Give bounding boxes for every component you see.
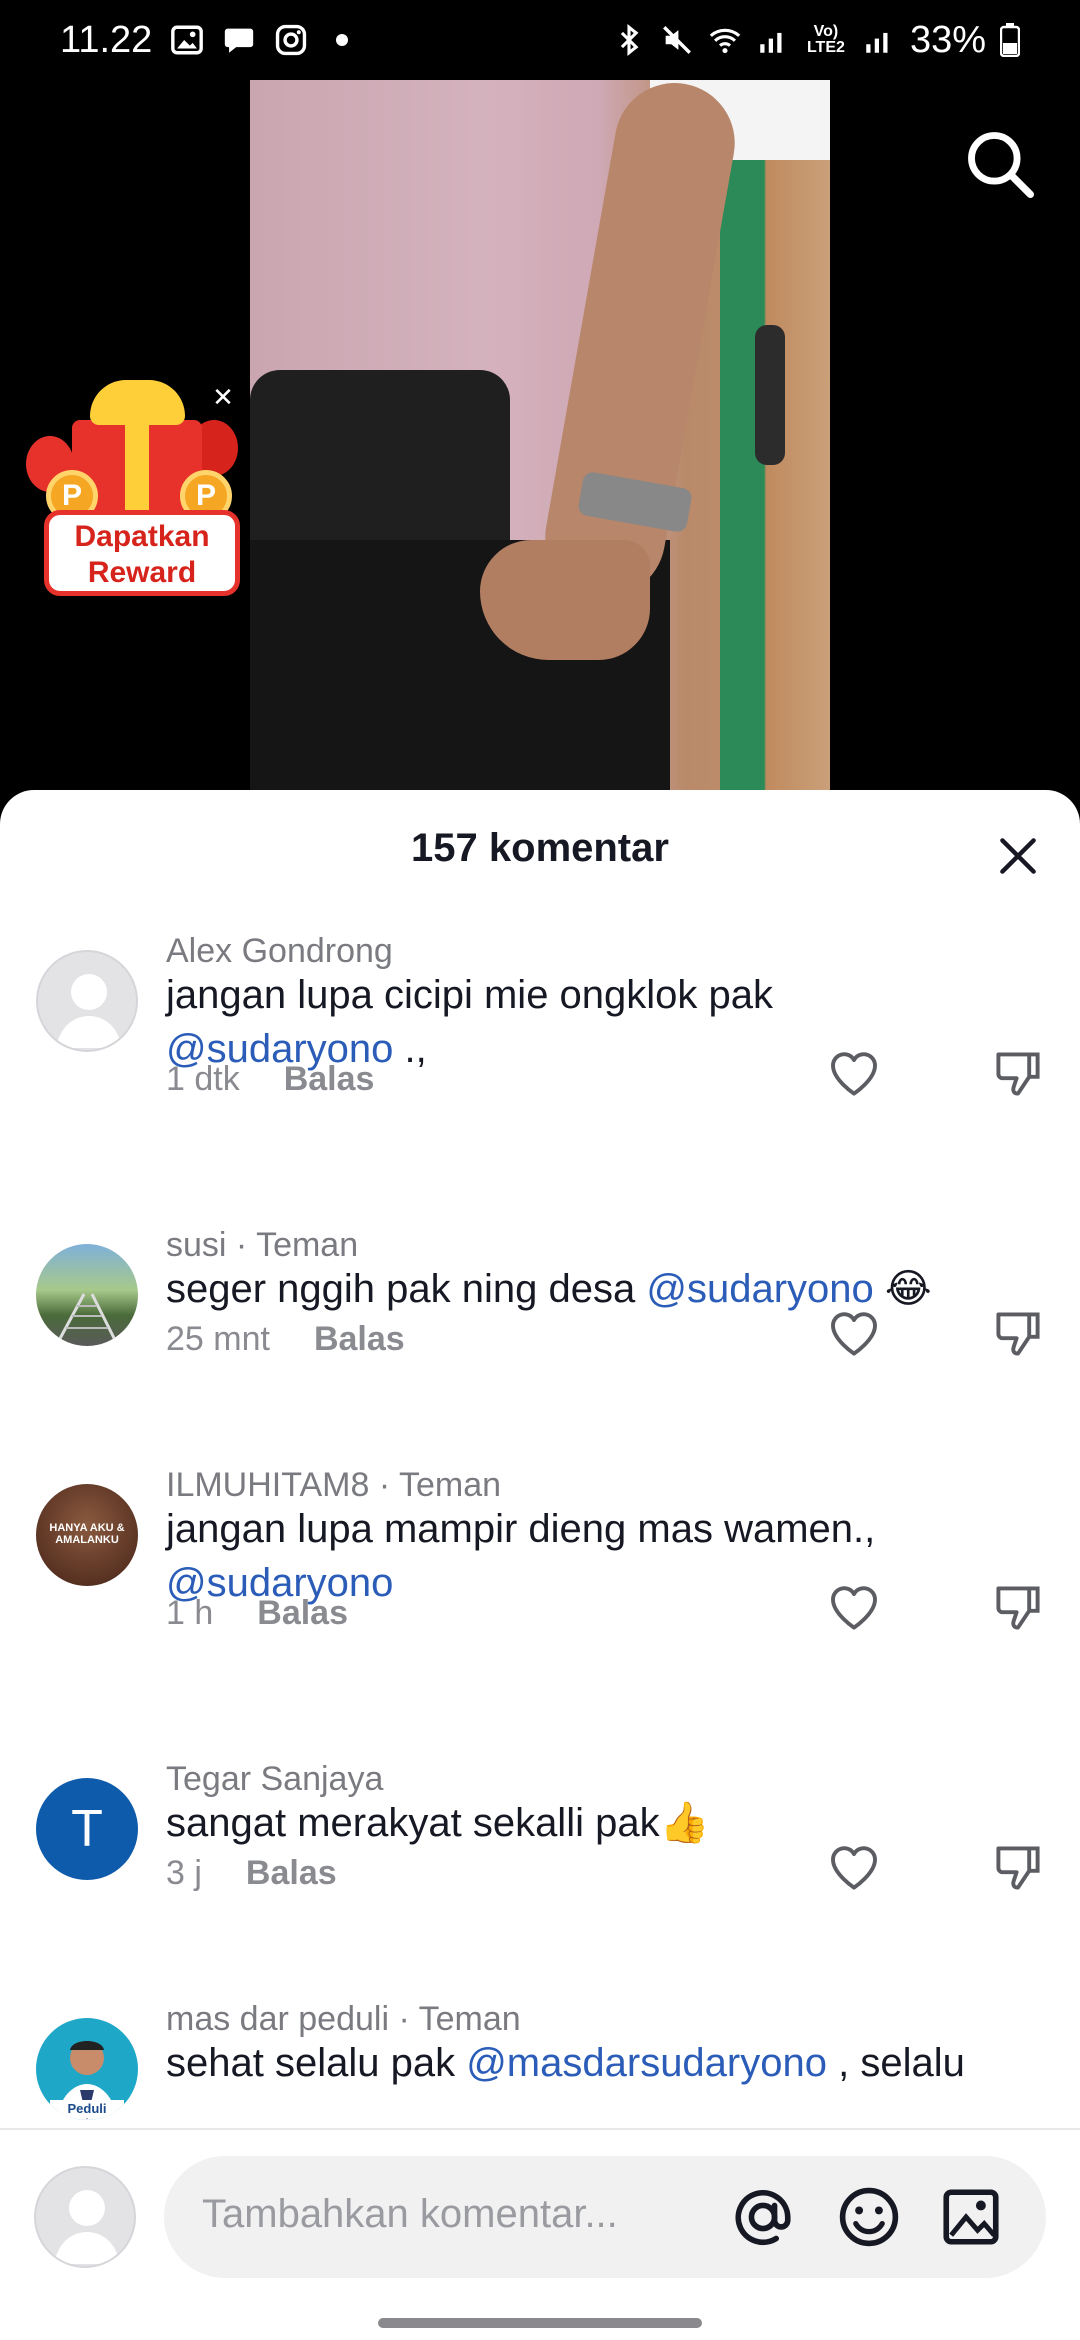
chat-icon [225, 28, 254, 53]
comment-username[interactable]: susi · Teman [166, 1226, 358, 1265]
reward-widget[interactable]: P P Dapatkan Reward [20, 380, 250, 600]
comment-text-tail: 😂 [873, 1267, 932, 1311]
default-avatar-icon [56, 974, 122, 1048]
comment-time: 3 j [166, 1854, 202, 1892]
avatar[interactable]: Peduli [36, 2018, 138, 2120]
reward-label-line1: Dapatkan [74, 520, 210, 553]
comment-text-body: jangan lupa cicipi mie ongklok pak [166, 973, 774, 1017]
avatar-caption: Peduli [50, 2100, 124, 2118]
heart-icon[interactable] [826, 1306, 882, 1362]
comment-time: 25 mnt [166, 1320, 270, 1358]
avatar[interactable] [36, 1244, 138, 1346]
gallery-icon [171, 25, 204, 55]
reply-button[interactable]: Balas [246, 1854, 337, 1893]
heart-icon[interactable] [826, 1046, 882, 1102]
dislike-icon[interactable] [990, 1840, 1046, 1896]
video-arm [535, 80, 745, 607]
notification-dot-icon [336, 34, 349, 46]
comment-sheet: 157 komentar Alex Gondrong jangan lupa c… [0, 790, 1080, 2340]
status-time: 11.22 [60, 18, 153, 61]
video-frame [250, 80, 830, 800]
battery-icon [1000, 23, 1020, 57]
comment-time: 1 dtk [166, 1060, 240, 1098]
dislike-icon[interactable] [990, 1046, 1046, 1102]
bluetooth-icon [620, 24, 639, 56]
reply-button[interactable]: Balas [284, 1060, 375, 1099]
comment-count-title: 157 komentar [411, 826, 669, 870]
avatar[interactable] [36, 950, 138, 1052]
avatar[interactable]: T [36, 1778, 138, 1880]
railway-photo [54, 1293, 120, 1346]
image-icon[interactable] [938, 2184, 1004, 2250]
comment-meta: 3 j Balas [166, 1854, 337, 1893]
comment-meta: 1 h Balas [166, 1594, 348, 1633]
signal-icon-2 [866, 32, 888, 53]
reward-close-icon[interactable]: ✕ [208, 382, 238, 412]
comment-input[interactable]: Tambahkan komentar... [164, 2156, 1046, 2278]
my-avatar [34, 2166, 136, 2268]
gift-bow [90, 380, 185, 425]
comment-text-body: sehat selalu pak [166, 2041, 467, 2085]
comment-text-tail: ., [393, 1027, 427, 1071]
reply-button[interactable]: Balas [257, 1594, 348, 1633]
dislike-icon[interactable] [990, 1580, 1046, 1636]
comment-text-body: seger nggih pak ning desa [166, 1267, 647, 1311]
comment-meta: 25 mnt Balas [166, 1320, 405, 1359]
heart-icon[interactable] [826, 1580, 882, 1636]
video-hand [480, 540, 650, 660]
comment-input-placeholder: Tambahkan komentar... [202, 2192, 618, 2236]
emoji-icon[interactable] [836, 2184, 902, 2250]
heart-icon[interactable] [826, 1840, 882, 1896]
battery-percent: 33% [909, 18, 986, 61]
default-avatar-icon [54, 2190, 120, 2264]
network-label: Vo) LTE2 [806, 23, 845, 56]
video-door-handle [755, 325, 785, 465]
comment-input-bar: Tambahkan komentar... [0, 2128, 1080, 2340]
comment-text-body: jangan lupa mampir dieng mas wamen., [166, 1507, 876, 1551]
avatar-caption: HANYA AKU & AMALANKU [49, 1522, 125, 1546]
reply-button[interactable]: Balas [314, 1320, 405, 1359]
home-indicator[interactable] [378, 2318, 702, 2328]
instagram-icon [276, 24, 307, 56]
comment-text-tail: , selalu [826, 2041, 965, 2085]
comment-text-body: sangat merakyat sekalli pak👍 [166, 1801, 710, 1845]
comment-meta: 1 dtk Balas [166, 1060, 374, 1099]
comment-username[interactable]: ILMUHITAM8 · Teman [166, 1466, 501, 1505]
comment-username[interactable]: Alex Gondrong [166, 932, 393, 971]
mention-at-icon[interactable] [730, 2184, 796, 2250]
dislike-icon[interactable] [990, 1306, 1046, 1362]
wifi-icon [709, 28, 741, 54]
signal-icon [760, 32, 782, 53]
close-icon[interactable] [992, 830, 1044, 882]
reward-label-line2: Reward [87, 556, 197, 589]
search-icon[interactable] [962, 126, 1038, 202]
avatar[interactable]: HANYA AKU & AMALANKU [36, 1484, 138, 1586]
mention-link[interactable]: @masdarsudaryono [466, 2041, 827, 2085]
comment-username[interactable]: Tegar Sanjaya [166, 1760, 383, 1799]
comment-username[interactable]: mas dar peduli · Teman [166, 2000, 521, 2039]
status-bar: 11.22 Vo) LTE2 33% [0, 0, 1080, 80]
comment-text: sehat selalu pak @masdarsudaryono , sela… [166, 2036, 1006, 2090]
comment-time: 1 h [166, 1594, 214, 1632]
mute-icon [662, 26, 691, 54]
reward-label: Dapatkan Reward [44, 510, 240, 596]
mention-link[interactable]: @sudaryono [646, 1267, 873, 1311]
